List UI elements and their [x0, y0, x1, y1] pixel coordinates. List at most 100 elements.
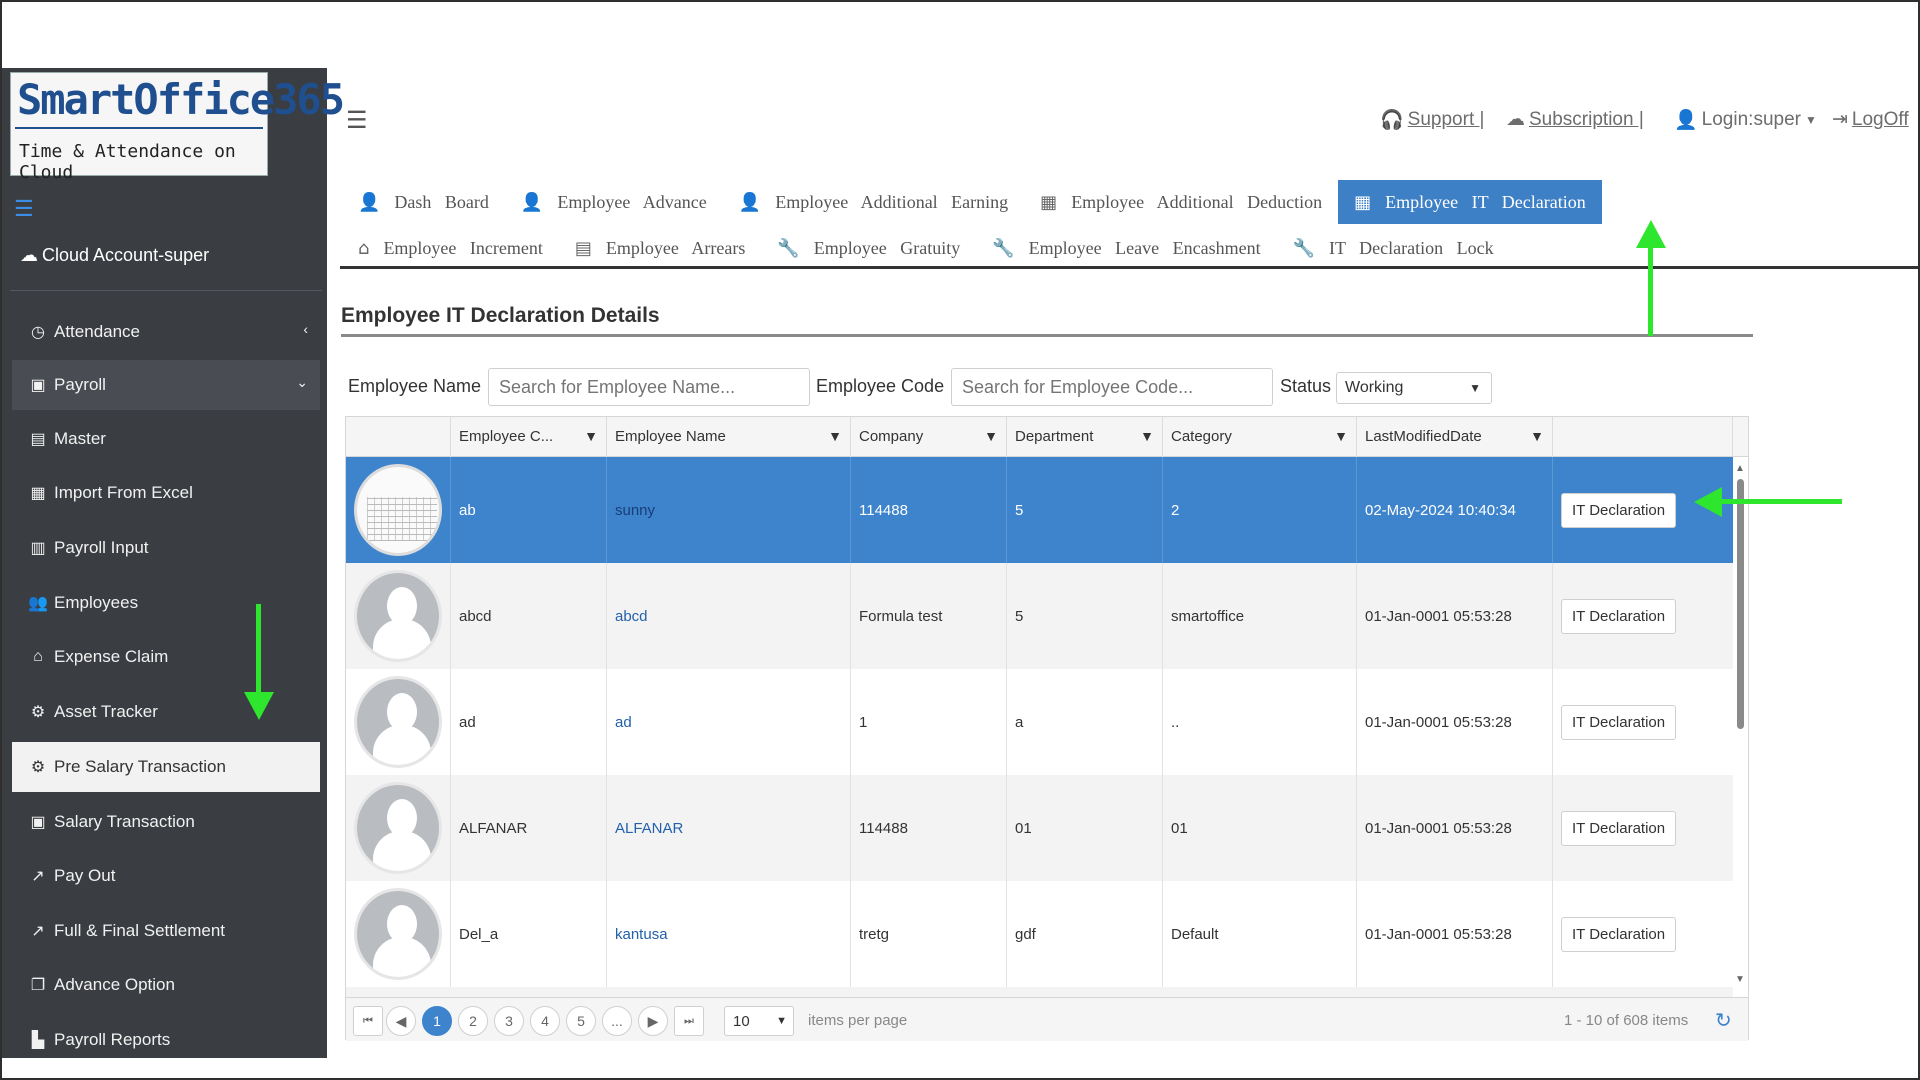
column-header-company[interactable]: Company ▼	[851, 417, 1007, 457]
cloud-account[interactable]: ☁ Cloud Account-super	[20, 245, 209, 266]
filter-icon[interactable]: ▼	[1140, 428, 1154, 444]
employee-name-link[interactable]: ALFANAR	[607, 775, 851, 881]
table-row[interactable]: ab sunny 114488 5 2 02-May-2024 10:40:34…	[346, 457, 1733, 563]
employee-name-link[interactable]: kantusa	[607, 881, 851, 987]
column-header-employee-name[interactable]: Employee Name ▼	[607, 417, 851, 457]
tab-employee-arrears[interactable]: ▤ Employee Arrears	[559, 226, 761, 270]
user-icon: 👤	[1674, 110, 1698, 131]
subscription-link[interactable]: ☁ Subscription |	[1506, 108, 1644, 131]
tab-employee-additional-earning[interactable]: 👤 Employee Additional Earning	[723, 180, 1024, 224]
grid-header: Employee C... ▼ Employee Name ▼ Company …	[346, 417, 1748, 457]
scroll-up-icon[interactable]: ▲	[1735, 463, 1745, 474]
column-header-label: Category	[1171, 428, 1232, 445]
employee-code-label: Employee Code	[816, 376, 945, 396]
tab-dash-board[interactable]: 👤 Dash Board	[342, 180, 505, 224]
tab-employee-advance[interactable]: 👤 Employee Advance	[505, 180, 723, 224]
table-row[interactable]: ad ad 1 a .. 01-Jan-0001 05:53:28 IT Dec…	[346, 669, 1733, 775]
default-avatar-icon	[354, 570, 442, 662]
page-button-1[interactable]: 1	[422, 1006, 452, 1036]
table-row[interactable]: Del_a kantusa tretg gdf Default 01-Jan-0…	[346, 881, 1733, 987]
chart-icon: ▙	[31, 1032, 45, 1049]
scrollbar-thumb[interactable]	[1737, 479, 1744, 729]
sidebar-item-payroll-input[interactable]: ▥ Payroll Input	[12, 523, 320, 573]
employee-name-link[interactable]: ad	[607, 669, 851, 775]
it-declaration-button[interactable]: IT Declaration	[1561, 810, 1677, 846]
page-button-more[interactable]: ...	[602, 1006, 632, 1036]
default-avatar-icon	[354, 782, 442, 874]
sidebar-item-expense-claim[interactable]: ⌂ Expense Claim	[12, 632, 320, 682]
page-button-2[interactable]: 2	[458, 1006, 488, 1036]
menu-icon[interactable]: ☰	[346, 106, 368, 135]
it-declaration-button[interactable]: IT Declaration	[1561, 492, 1677, 528]
tab-employee-increment[interactable]: ⌂ Employee Increment	[342, 226, 559, 270]
grid-vertical-scrollbar[interactable]: ▲ ▼	[1734, 463, 1746, 985]
next-page-icon[interactable]: ▶	[638, 1006, 668, 1036]
tab-employee-gratuity[interactable]: 🔧 Employee Gratuity	[761, 226, 976, 270]
cloud-icon: ☁	[1506, 109, 1525, 130]
chevron-left-icon: ‹	[303, 321, 308, 337]
status-select[interactable]: Working ▼	[1336, 372, 1492, 404]
it-declaration-button[interactable]: IT Declaration	[1561, 916, 1677, 952]
logoff-link[interactable]: ⇥ LogOff	[1832, 108, 1909, 131]
table-row[interactable]: abcd abcd Formula test 5 smartoffice 01-…	[346, 563, 1733, 669]
refresh-icon[interactable]: ↻	[1715, 1008, 1732, 1033]
tab-employee-additional-deduction[interactable]: ▦ Employee Additional Deduction	[1024, 180, 1338, 224]
photo-cell	[346, 669, 451, 775]
grid-icon: ▦	[1040, 191, 1058, 213]
sidebar-item-employees[interactable]: 👥 Employees	[12, 578, 320, 628]
employee-name-link[interactable]: sunny	[607, 457, 851, 563]
login-menu[interactable]: 👤 Login:super ▼	[1674, 108, 1817, 132]
employee-name-search-input[interactable]	[488, 368, 810, 406]
page-button-4[interactable]: 4	[530, 1006, 560, 1036]
sidebar-item-import-from-excel[interactable]: ▦ Import From Excel	[12, 468, 320, 518]
sidebar-item-payroll-reports[interactable]: ▙ Payroll Reports	[12, 1015, 320, 1065]
sidebar-item-attendance[interactable]: ◷ Attendance ‹	[12, 307, 320, 357]
sidebar-item-master[interactable]: ▤ Master	[12, 414, 320, 464]
employee-code-search-input[interactable]	[951, 368, 1273, 406]
filter-icon[interactable]: ▼	[1334, 428, 1348, 444]
department-cell: a	[1007, 669, 1163, 775]
filter-icon[interactable]: ▼	[828, 428, 842, 444]
column-header-last-modified-date[interactable]: LastModifiedDate ▼	[1357, 417, 1553, 457]
employee-name-link[interactable]: abcd	[607, 563, 851, 669]
first-page-icon[interactable]: ⏮	[353, 1006, 383, 1036]
sidebar-item-pre-salary-transaction[interactable]: ⚙ Pre Salary Transaction	[12, 742, 320, 792]
department-cell: 5	[1007, 563, 1163, 669]
sidebar-item-label: Payroll Input	[54, 538, 149, 557]
logo: SmartOffice365 Time & Attendance on Clou…	[10, 72, 345, 183]
filter-icon[interactable]: ▼	[984, 428, 998, 444]
column-header-label: Company	[859, 428, 924, 445]
sidebar-item-payroll[interactable]: ▣ Payroll ⌄	[12, 360, 320, 410]
sidebar-item-advance-option[interactable]: ❐ Advance Option	[12, 960, 320, 1010]
column-header-department[interactable]: Department ▼	[1007, 417, 1163, 457]
tab-it-declaration-lock[interactable]: 🔧 IT Declaration Lock	[1277, 226, 1510, 270]
support-link[interactable]: 🎧 Support |	[1380, 108, 1484, 132]
filter-icon[interactable]: ▼	[584, 428, 598, 444]
sidebar-item-salary-transaction[interactable]: ▣ Salary Transaction	[12, 797, 320, 847]
sidebar-item-full-final-settlement[interactable]: ↗ Full & Final Settlement	[12, 906, 320, 956]
tab-label: IT Declaration Lock	[1329, 237, 1494, 258]
page-button-5[interactable]: 5	[566, 1006, 596, 1036]
category-cell: 01	[1163, 775, 1357, 881]
company-cell: tretg	[851, 881, 1007, 987]
tab-label: Dash Board	[394, 191, 489, 212]
assets-icon: ⚙	[30, 704, 46, 721]
default-avatar-icon	[354, 888, 442, 980]
column-header-employee-code[interactable]: Employee C... ▼	[451, 417, 607, 457]
sidebar-toggle-icon[interactable]: ☰	[14, 196, 34, 222]
filter-icon[interactable]: ▼	[1530, 428, 1544, 444]
table-row[interactable]: ALFANAR ALFANAR 114488 01 01 01-Jan-0001…	[346, 775, 1733, 881]
previous-page-icon[interactable]: ◀	[386, 1006, 416, 1036]
page-size-select[interactable]: 10 ▼	[724, 1006, 794, 1036]
tab-employee-it-declaration[interactable]: ▦ Employee IT Declaration	[1338, 180, 1602, 224]
it-declaration-button[interactable]: IT Declaration	[1561, 704, 1677, 740]
column-header-category[interactable]: Category ▼	[1163, 417, 1357, 457]
it-declaration-button[interactable]: IT Declaration	[1561, 598, 1677, 634]
sidebar-item-pay-out[interactable]: ↗ Pay Out	[12, 851, 320, 901]
tab-employee-leave-encashment[interactable]: 🔧 Employee Leave Encashment	[976, 226, 1276, 270]
money-icon: ▣	[30, 377, 46, 394]
scroll-down-icon[interactable]: ▼	[1735, 974, 1745, 985]
page-button-3[interactable]: 3	[494, 1006, 524, 1036]
last-page-icon[interactable]: ⏭	[674, 1006, 704, 1036]
cloud-icon: ☁	[20, 245, 38, 265]
